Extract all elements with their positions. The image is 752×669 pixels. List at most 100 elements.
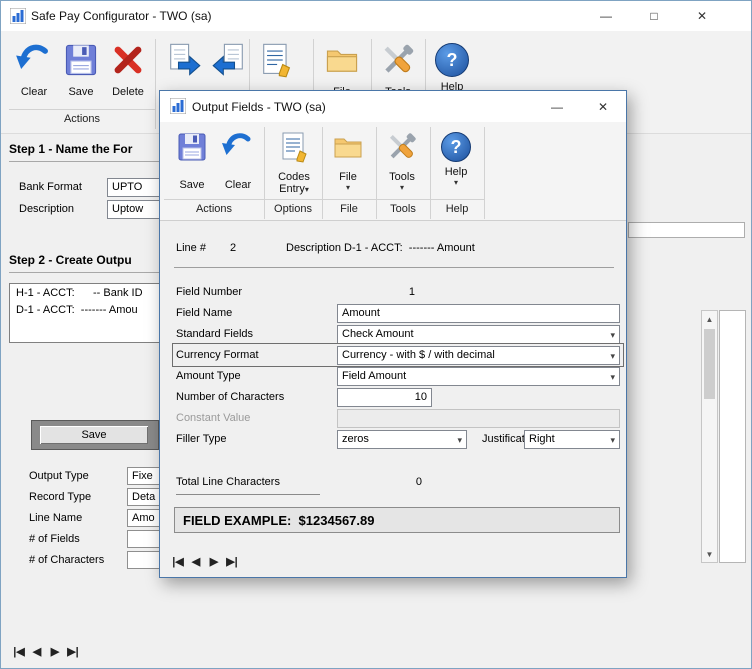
field-name-input[interactable]: Amount	[337, 304, 620, 323]
field-number-label: Field Number	[176, 286, 242, 298]
total-line-characters-label: Total Line Characters	[176, 476, 320, 495]
help-icon: ?	[441, 132, 471, 162]
app-logo-icon	[10, 8, 26, 29]
main-save-button[interactable]: Save	[59, 41, 103, 98]
dialog-tools-button[interactable]: Tools ▾	[380, 130, 424, 193]
description-value: D-1 - ACCT: ------- Amount	[344, 242, 475, 254]
toolbar-label: Help	[445, 166, 468, 178]
safe-pay-configurator-window: Safe Pay Configurator - TWO (sa) — □ ✕ C…	[0, 0, 752, 669]
step1-heading: Step 1 - Name the For	[9, 142, 132, 156]
main-export-button[interactable]	[159, 41, 207, 86]
dialog-close-button[interactable]: ✕	[580, 91, 626, 122]
help-icon: ?	[435, 43, 469, 77]
amount-type-label: Amount Type	[176, 370, 241, 382]
chevron-down-icon: ▾	[610, 330, 615, 341]
record-previous-button[interactable]: ◀	[29, 643, 45, 659]
main-help-button[interactable]: ? Help	[429, 41, 475, 93]
field-example-box: FIELD EXAMPLE: $1234567.89	[174, 507, 620, 533]
description-label: Description	[19, 203, 74, 215]
chevron-down-icon: ▾	[610, 372, 615, 383]
record-last-button[interactable]: ▶|	[65, 643, 81, 659]
dialog-codes-entry-button[interactable]: Codes Entry▾	[268, 130, 320, 195]
currency-format-select[interactable]: Currency - with $ / with decimal▾	[337, 346, 620, 365]
record-next-button[interactable]: ▶	[206, 553, 222, 569]
toolbar-separator	[322, 127, 323, 219]
scroll-down-icon[interactable]: ▼	[702, 546, 717, 562]
dialog-clear-button[interactable]: Clear	[216, 130, 260, 191]
chevron-down-icon: ▾	[610, 435, 615, 446]
row-label: # of Characters	[29, 554, 104, 566]
amount-type-select[interactable]: Field Amount▾	[337, 367, 620, 386]
scrollbar-thumb[interactable]	[704, 329, 715, 399]
chevron-down-icon: ▾	[346, 183, 350, 193]
clear-icon	[15, 41, 53, 84]
row-label: Output Type	[29, 470, 89, 482]
output-fields-dialog: Output Fields - TWO (sa) — ✕ Save Clear …	[159, 90, 627, 578]
toolbar-group-file: File	[322, 203, 376, 215]
chevron-down-icon: ▾	[400, 183, 404, 193]
clear-icon	[221, 130, 255, 169]
standard-fields-select[interactable]: Check Amount▾	[337, 325, 620, 344]
record-next-button[interactable]: ▶	[47, 643, 63, 659]
toolbar-separator	[155, 39, 156, 129]
currency-format-label: Currency Format	[176, 349, 259, 361]
main-import-button[interactable]	[207, 41, 253, 86]
standard-fields-label: Standard Fields	[176, 328, 253, 340]
folder-icon	[323, 41, 361, 84]
codes-list-icon	[277, 130, 311, 169]
record-last-button[interactable]: ▶|	[224, 553, 240, 569]
toolbar-label: Codes	[278, 171, 310, 183]
line-number-label: Line #	[176, 242, 206, 254]
tools-icon	[385, 130, 419, 169]
main-maximize-button[interactable]: □	[631, 1, 677, 31]
record-previous-button[interactable]: ◀	[188, 553, 204, 569]
record-first-button[interactable]: |◀	[11, 643, 27, 659]
field-number-value: 1	[337, 286, 415, 298]
number-of-characters-input[interactable]: 10	[337, 388, 432, 407]
chevron-down-icon: ▾	[454, 178, 458, 188]
dialog-save-button[interactable]: Save	[170, 130, 214, 191]
main-clear-button[interactable]: Clear	[11, 41, 57, 98]
chevron-down-icon: ▾	[305, 185, 309, 194]
main-close-button[interactable]: ✕	[679, 1, 725, 31]
line-number-value: 2	[230, 242, 236, 254]
toolbar-label: File	[339, 171, 357, 183]
toolbar-group-divider	[164, 199, 484, 200]
scroll-up-icon[interactable]: ▲	[702, 311, 717, 327]
header-divider	[174, 267, 614, 268]
dialog-help-button[interactable]: ? Help ▾	[434, 130, 478, 188]
panel-strip	[628, 222, 745, 238]
filler-type-select[interactable]: zeros▾	[337, 430, 467, 449]
side-panel	[719, 310, 746, 563]
toolbar-group-actions: Actions	[164, 203, 264, 215]
vertical-scrollbar[interactable]: ▲ ▼	[701, 310, 718, 563]
main-window-title: Safe Pay Configurator - TWO (sa)	[31, 9, 212, 23]
justification-select[interactable]: Right▾	[524, 430, 620, 449]
main-codes-button[interactable]	[253, 41, 299, 86]
dialog-minimize-button[interactable]: —	[534, 91, 580, 122]
main-minimize-button[interactable]: —	[583, 1, 629, 31]
delete-icon	[109, 41, 147, 84]
save-line-button[interactable]: Save	[39, 425, 149, 445]
toolbar-separator	[484, 127, 485, 219]
dialog-file-button[interactable]: File ▾	[326, 130, 370, 193]
constant-value-input	[337, 409, 620, 428]
save-icon	[62, 41, 100, 84]
bank-format-label: Bank Format	[19, 181, 82, 193]
folder-icon	[331, 130, 365, 169]
row-label: Record Type	[29, 491, 91, 503]
chevron-down-icon: ▾	[457, 435, 462, 446]
row-label: Line Name	[29, 512, 82, 524]
toolbar-separator	[264, 127, 265, 219]
toolbar-label: Tools	[389, 171, 415, 183]
field-name-label: Field Name	[176, 307, 232, 319]
toolbar-label: Save	[68, 86, 93, 98]
record-first-button[interactable]: |◀	[170, 553, 186, 569]
description-label: Description	[286, 242, 341, 254]
main-delete-button[interactable]: Delete	[103, 41, 153, 98]
toolbar-separator	[376, 127, 377, 219]
codes-list-icon	[257, 41, 295, 84]
toolbar-label: Delete	[112, 86, 144, 98]
doc-arrow-left-icon	[211, 41, 249, 84]
toolbar-label: Save	[179, 179, 204, 191]
